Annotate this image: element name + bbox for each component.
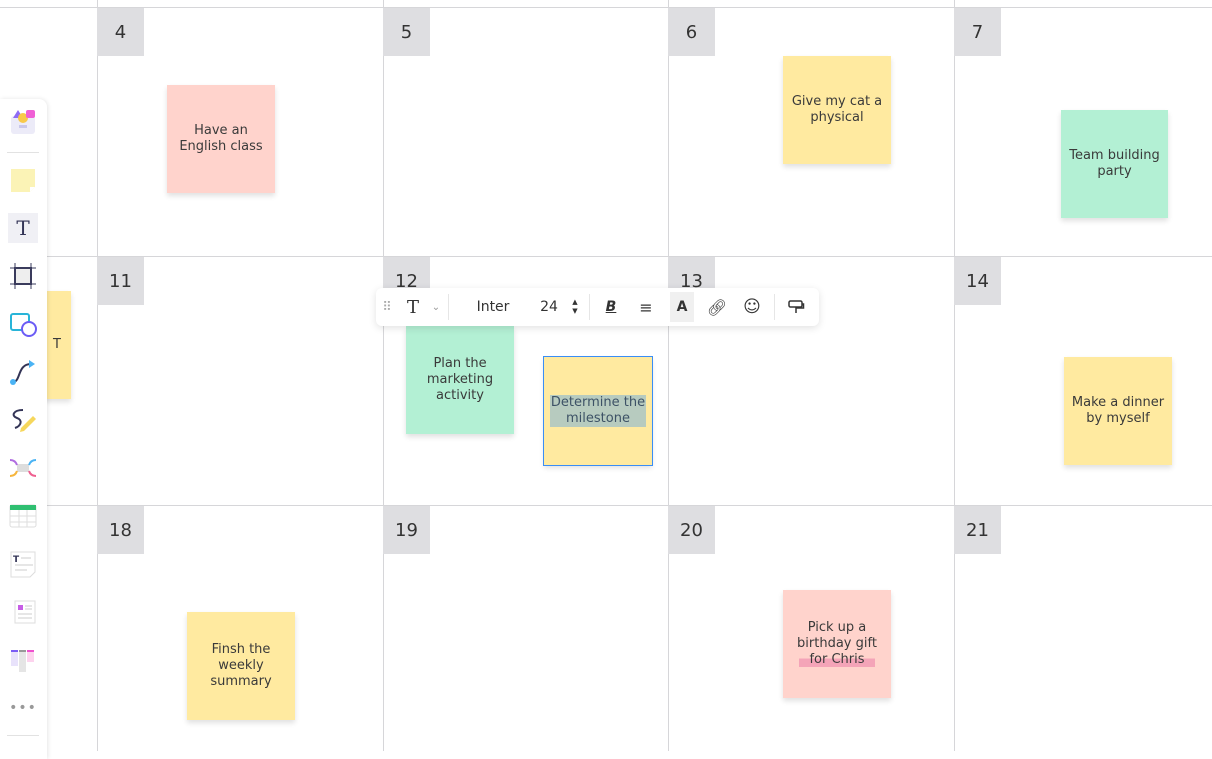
frame-icon[interactable] bbox=[8, 261, 38, 291]
text-type-icon[interactable]: T bbox=[398, 292, 428, 322]
grid-line bbox=[383, 0, 384, 751]
sticky-note[interactable]: Finsh the weekly summary bbox=[187, 612, 295, 720]
divider bbox=[589, 294, 590, 320]
pen-icon[interactable] bbox=[8, 405, 38, 435]
document-icon[interactable]: T bbox=[8, 549, 38, 579]
note-text: T bbox=[53, 337, 61, 352]
shapes-icon[interactable] bbox=[8, 309, 38, 339]
day-number: 7 bbox=[954, 8, 1001, 56]
grid-line bbox=[0, 7, 1212, 8]
font-size-stepper-icon[interactable]: ▲ ▼ bbox=[565, 292, 585, 322]
sticky-note[interactable]: Make a dinner by myself bbox=[1064, 357, 1172, 465]
sticky-note-selected[interactable]: Determine the milestone bbox=[543, 356, 653, 466]
day-number: 4 bbox=[97, 8, 144, 56]
emoji-icon[interactable]: ☺ bbox=[734, 292, 770, 322]
day-number: 11 bbox=[97, 257, 144, 305]
grid-line bbox=[954, 0, 955, 751]
note-text: Have an English class bbox=[179, 123, 263, 154]
text-color-icon[interactable]: A bbox=[670, 292, 694, 322]
note-text: Make a dinner by myself bbox=[1071, 395, 1165, 426]
mindmap-icon[interactable] bbox=[8, 453, 38, 483]
divider bbox=[7, 152, 39, 153]
align-center-icon[interactable]: ≡ bbox=[628, 292, 664, 322]
note-text: Give my cat a physical bbox=[791, 94, 883, 125]
text-format-toolbar: ⠿ T ⌄ Inter 24 ▲ ▼ B ≡ A 🔗︎ ☺ bbox=[376, 288, 819, 326]
note-text: Plan the marketing activity bbox=[426, 356, 494, 403]
more-icon[interactable]: ••• bbox=[8, 693, 38, 723]
note-text: Team building party bbox=[1069, 148, 1160, 179]
grid-line bbox=[0, 505, 1212, 506]
day-number: 21 bbox=[954, 506, 1001, 554]
grid-line bbox=[668, 0, 669, 751]
chevron-down-icon[interactable]: ⌄ bbox=[428, 292, 444, 322]
tool-sidebar: T T ••• bbox=[0, 99, 47, 759]
sticky-note-icon[interactable] bbox=[8, 165, 38, 195]
text-tool-icon[interactable]: T bbox=[8, 213, 38, 243]
divider bbox=[7, 735, 39, 736]
sticky-note[interactable]: Pick up a birthday gift for Chris bbox=[783, 590, 891, 698]
day-number: 14 bbox=[954, 257, 1001, 305]
format-painter-icon[interactable] bbox=[779, 292, 813, 322]
day-number: 6 bbox=[668, 8, 715, 56]
note-text: Determine the milestone bbox=[550, 395, 646, 427]
grid-line bbox=[97, 0, 98, 751]
sticky-note[interactable]: Team building party bbox=[1061, 110, 1168, 218]
divider bbox=[448, 294, 449, 320]
connector-icon[interactable] bbox=[8, 357, 38, 387]
link-icon[interactable]: 🔗︎ bbox=[700, 292, 734, 322]
bold-icon[interactable]: B bbox=[594, 292, 628, 322]
font-family-select[interactable]: Inter bbox=[453, 292, 533, 322]
day-number: 5 bbox=[383, 8, 430, 56]
sticky-note[interactable]: Have an English class bbox=[167, 85, 275, 193]
sticky-note[interactable]: Give my cat a physical bbox=[783, 56, 891, 164]
day-number: 20 bbox=[668, 506, 715, 554]
note-text-highlighted: for Chris bbox=[799, 652, 875, 668]
table-icon[interactable] bbox=[8, 501, 38, 531]
day-number: 19 bbox=[383, 506, 430, 554]
note-text: Pick up a birthday gift bbox=[797, 620, 877, 651]
grid-line bbox=[0, 256, 1212, 257]
templates-icon[interactable] bbox=[8, 107, 38, 137]
svg-text:T: T bbox=[13, 555, 20, 565]
note-text: Finsh the weekly summary bbox=[210, 642, 272, 689]
font-size-input[interactable]: 24 bbox=[533, 292, 565, 322]
drag-handle-icon[interactable]: ⠿ bbox=[376, 292, 398, 322]
day-number: 18 bbox=[97, 506, 144, 554]
kanban-icon[interactable] bbox=[8, 645, 38, 675]
sticky-note[interactable]: Plan the marketing activity bbox=[406, 326, 514, 434]
card-icon[interactable] bbox=[8, 597, 38, 627]
divider bbox=[774, 294, 775, 320]
